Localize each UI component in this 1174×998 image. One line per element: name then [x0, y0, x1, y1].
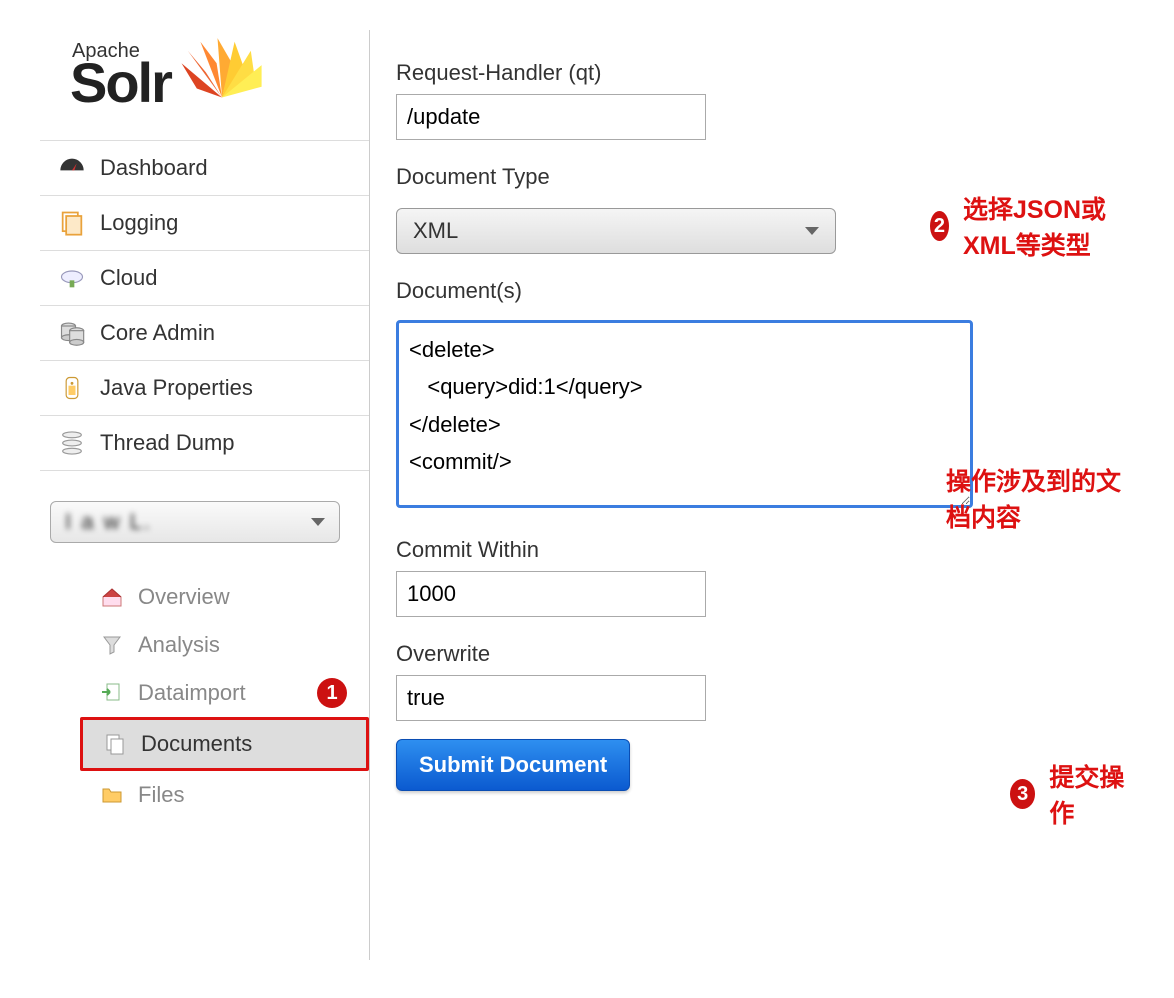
- nav-list: Dashboard Logging Cloud Core Admin: [40, 140, 369, 471]
- coreadmin-icon: [58, 319, 86, 347]
- logo-solr: Solr: [70, 58, 171, 108]
- nav-label: Core Admin: [100, 320, 215, 346]
- subnav-label: Dataimport: [138, 680, 246, 706]
- nav-java[interactable]: Java Properties: [40, 361, 369, 416]
- commit-within-input[interactable]: [396, 571, 706, 617]
- qt-label: Request-Handler (qt): [396, 60, 1134, 86]
- nav-label: Java Properties: [100, 375, 253, 401]
- annotation-text-3: 提交操作: [1049, 758, 1134, 830]
- commit-label: Commit Within: [396, 537, 1134, 563]
- nav-coreadmin[interactable]: Core Admin: [40, 306, 369, 361]
- cloud-icon: [58, 264, 86, 292]
- thread-icon: [58, 429, 86, 457]
- annotation-badge-3: 3: [1010, 779, 1035, 809]
- subnav-documents[interactable]: Documents: [80, 717, 369, 771]
- annotation-text-2: 选择JSON或XML等类型: [963, 190, 1134, 262]
- logo: Apache Solr: [40, 30, 369, 140]
- overwrite-input[interactable]: [396, 675, 706, 721]
- documents-textarea[interactable]: [396, 320, 973, 508]
- java-icon: [58, 374, 86, 402]
- chevron-down-icon: [311, 518, 325, 526]
- nav-cloud[interactable]: Cloud: [40, 251, 369, 306]
- nav-label: Cloud: [100, 265, 157, 291]
- core-selector[interactable]: I a w L.: [50, 501, 340, 543]
- doctype-select[interactable]: XML: [396, 208, 836, 254]
- subnav-label: Files: [138, 782, 184, 808]
- annotation-badge-2: 2: [930, 211, 949, 241]
- core-subnav: Overview Analysis Dataimport 1 Document: [40, 573, 369, 819]
- import-icon: [100, 681, 124, 705]
- nav-label: Dashboard: [100, 155, 208, 181]
- sidebar: Apache Solr: [40, 30, 370, 960]
- subnav-files[interactable]: Files: [80, 771, 369, 819]
- documents-icon: [103, 732, 127, 756]
- subnav-label: Documents: [141, 731, 252, 757]
- nav-label: Logging: [100, 210, 178, 236]
- doctype-value: XML: [413, 218, 458, 244]
- annotation-3: 3 提交操作: [1010, 758, 1134, 830]
- nav-label: Thread Dump: [100, 430, 235, 456]
- submit-document-button[interactable]: Submit Document: [396, 739, 630, 791]
- subnav-analysis[interactable]: Analysis: [80, 621, 369, 669]
- nav-logging[interactable]: Logging: [40, 196, 369, 251]
- annotation-badge-1: 1: [317, 678, 347, 708]
- docs-label: Document(s): [396, 278, 1134, 304]
- qt-input[interactable]: [396, 94, 706, 140]
- main-content: Request-Handler (qt) Document Type XML D…: [370, 30, 1134, 960]
- sun-icon: [177, 30, 267, 120]
- folder-icon: [100, 783, 124, 807]
- subnav-overview[interactable]: Overview: [80, 573, 369, 621]
- dashboard-icon: [58, 154, 86, 182]
- subnav-dataimport[interactable]: Dataimport 1: [80, 669, 369, 717]
- home-icon: [100, 585, 124, 609]
- funnel-icon: [100, 633, 124, 657]
- doctype-label: Document Type: [396, 164, 550, 190]
- nav-dashboard[interactable]: Dashboard: [40, 141, 369, 196]
- nav-thread[interactable]: Thread Dump: [40, 416, 369, 471]
- chevron-down-icon: [805, 227, 819, 235]
- subnav-label: Overview: [138, 584, 230, 610]
- annotation-docs: 操作涉及到的文档内容: [946, 462, 1134, 534]
- overwrite-label: Overwrite: [396, 641, 1134, 667]
- subnav-label: Analysis: [138, 632, 220, 658]
- logging-icon: [58, 209, 86, 237]
- annotation-2: 2 选择JSON或XML等类型: [930, 190, 1134, 262]
- core-selected-value: I a w L.: [65, 509, 152, 535]
